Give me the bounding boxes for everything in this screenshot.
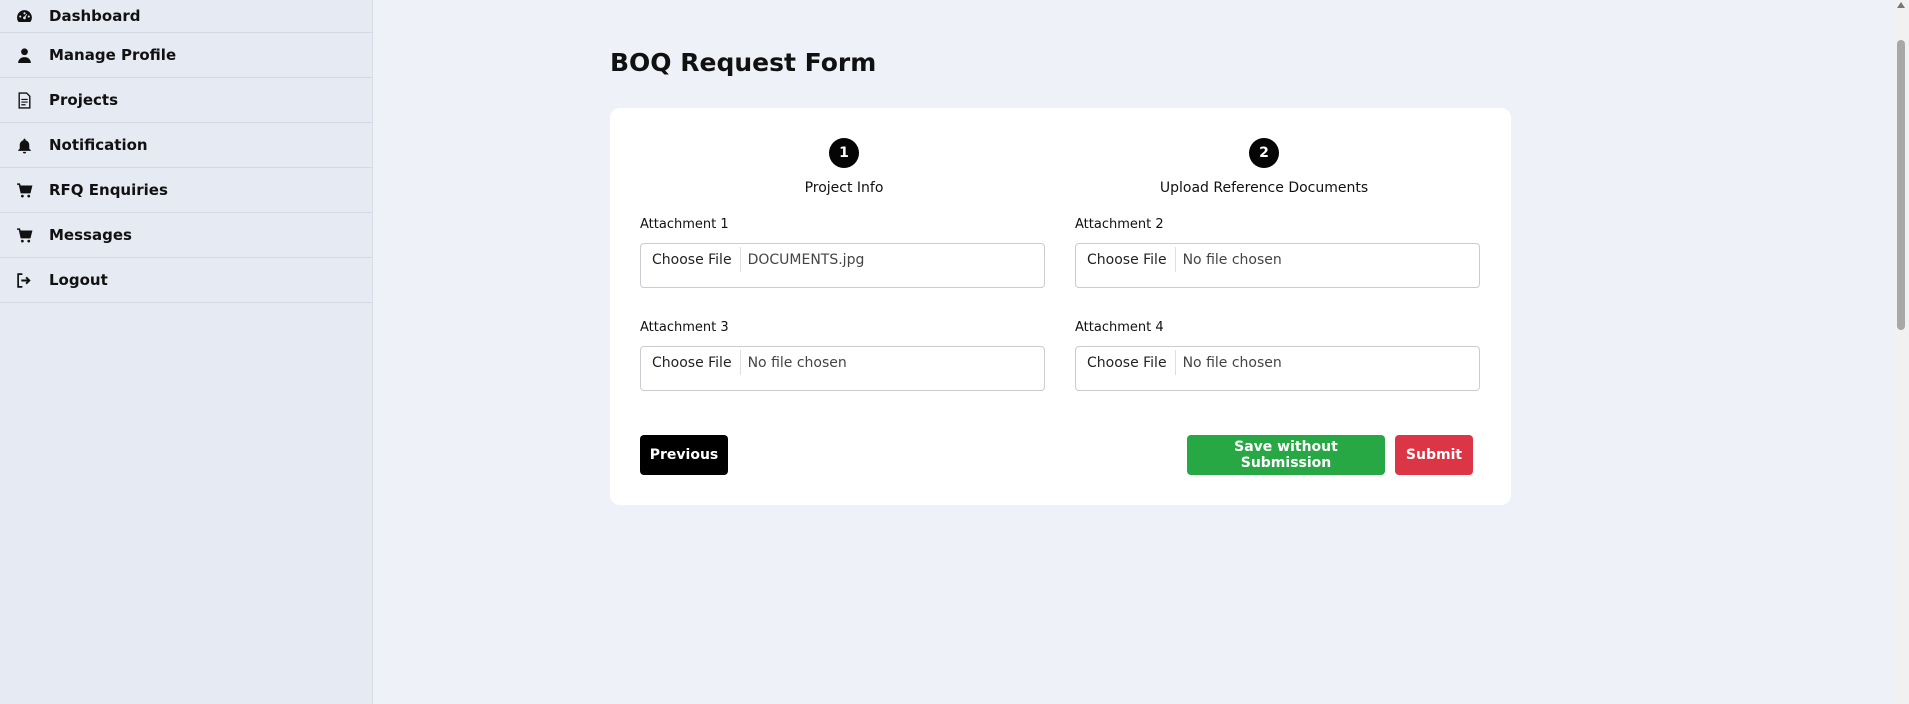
file-name: No file chosen	[1182, 251, 1282, 268]
file-name: No file chosen	[747, 354, 847, 371]
submit-button[interactable]: Submit	[1395, 435, 1473, 475]
cart-icon	[13, 181, 35, 199]
attachment-1-file-input[interactable]: Choose File DOCUMENTS.jpg	[640, 243, 1045, 288]
choose-file-button[interactable]: Choose File	[1079, 350, 1176, 375]
user-icon	[13, 46, 35, 64]
sidebar-item-rfq-enquiries[interactable]: RFQ Enquiries	[0, 168, 372, 213]
sidebar-item-label: RFQ Enquiries	[49, 181, 168, 199]
page-title: BOQ Request Form	[610, 48, 877, 77]
sidebar-item-logout[interactable]: Logout	[0, 258, 372, 303]
sidebar-item-label: Dashboard	[49, 7, 141, 25]
sidebar-item-label: Projects	[49, 91, 119, 109]
dashboard-icon	[13, 7, 35, 25]
sidebar-item-manage-profile[interactable]: Manage Profile	[0, 33, 372, 78]
attachment-2-field: Attachment 2 Choose File No file chosen	[1075, 217, 1480, 288]
scroll-thumb[interactable]	[1897, 40, 1905, 330]
document-icon	[13, 91, 35, 109]
attachment-label: Attachment 2	[1075, 217, 1164, 232]
attachment-3-file-input[interactable]: Choose File No file chosen	[640, 346, 1045, 391]
vertical-scrollbar[interactable]	[1893, 0, 1909, 704]
sidebar-item-dashboard[interactable]: Dashboard	[0, 0, 372, 33]
sidebar-item-label: Logout	[49, 271, 108, 289]
step-project-info[interactable]: 1 Project Info	[694, 138, 994, 196]
step-upload-documents[interactable]: 2 Upload Reference Documents	[1114, 138, 1414, 196]
file-name: No file chosen	[1182, 354, 1282, 371]
attachment-4-field: Attachment 4 Choose File No file chosen	[1075, 320, 1480, 391]
file-name: DOCUMENTS.jpg	[747, 251, 865, 268]
step-label: Project Info	[804, 180, 884, 196]
sidebar-item-label: Manage Profile	[49, 46, 177, 64]
sidebar-item-projects[interactable]: Projects	[0, 78, 372, 123]
main-content: BOQ Request Form 1 Project Info 2 Upload…	[373, 0, 1893, 704]
attachment-1-field: Attachment 1 Choose File DOCUMENTS.jpg	[640, 217, 1045, 288]
save-without-submission-button[interactable]: Save without Submission	[1187, 435, 1385, 475]
attachment-2-file-input[interactable]: Choose File No file chosen	[1075, 243, 1480, 288]
step-number: 2	[1249, 138, 1279, 168]
form-card: 1 Project Info 2 Upload Reference Docume…	[610, 108, 1511, 505]
choose-file-button[interactable]: Choose File	[1079, 247, 1176, 272]
attachment-3-field: Attachment 3 Choose File No file chosen	[640, 320, 1045, 391]
scroll-up-arrow-icon[interactable]	[1897, 2, 1905, 8]
sidebar-item-messages[interactable]: Messages	[0, 213, 372, 258]
bell-icon	[13, 136, 35, 154]
sidebar-item-label: Messages	[49, 226, 132, 244]
choose-file-button[interactable]: Choose File	[644, 247, 741, 272]
attachment-label: Attachment 3	[640, 320, 729, 335]
cart-icon	[13, 226, 35, 244]
attachment-label: Attachment 1	[640, 217, 729, 232]
attachment-4-file-input[interactable]: Choose File No file chosen	[1075, 346, 1480, 391]
step-label: Upload Reference Documents	[1159, 180, 1369, 196]
choose-file-button[interactable]: Choose File	[644, 350, 741, 375]
sidebar-item-label: Notification	[49, 136, 148, 154]
step-number: 1	[829, 138, 859, 168]
logout-icon	[13, 271, 35, 289]
previous-button[interactable]: Previous	[640, 435, 728, 475]
sidebar: Dashboard Manage Profile Projects Notifi…	[0, 0, 373, 704]
attachment-label: Attachment 4	[1075, 320, 1164, 335]
sidebar-item-notification[interactable]: Notification	[0, 123, 372, 168]
